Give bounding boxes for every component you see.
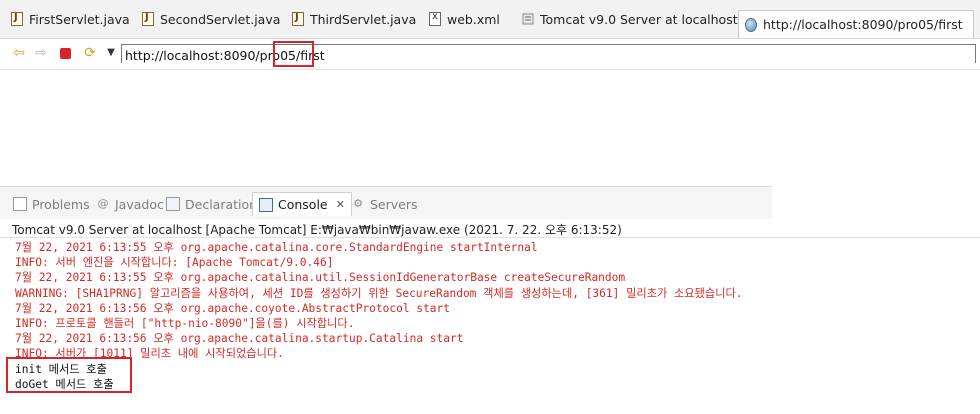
javadoc-icon: @ (97, 197, 109, 210)
url-highlight-box (273, 41, 314, 67)
java-file-icon (292, 12, 304, 26)
tab-console[interactable]: Console ✕ (252, 192, 352, 216)
tab-label: ThirdServlet.java (310, 11, 417, 27)
dropdown-icon[interactable]: ▼ (103, 45, 119, 61)
back-icon[interactable]: ⇦ (11, 45, 27, 61)
log-line: INFO: 서버 엔진을 시작합니다: [Apache Tomcat/9.0.4… (15, 256, 334, 270)
log-line: 7월 22, 2021 6:13:56 오후 org.apache.catali… (15, 332, 464, 346)
url-bar[interactable] (121, 44, 976, 64)
console-icon (259, 197, 273, 212)
refresh-icon[interactable]: ⟳ (82, 45, 98, 61)
tab-label: Tomcat v9.0 Server at localhost (540, 11, 738, 27)
servers-icon: ⚙ (353, 197, 363, 210)
url-input[interactable] (122, 47, 975, 64)
tab-label: Javadoc (115, 196, 164, 212)
stop-icon[interactable] (60, 48, 71, 59)
close-icon[interactable]: ✕ (336, 198, 345, 211)
tab-label: Declaration (185, 196, 258, 212)
view-tab-bar: Problems @ Javadoc Declaration Console ✕… (0, 186, 772, 219)
log-line: INFO: 프로토콜 핸들러 ["http-nio-8090"]을(를) 시작합… (15, 316, 355, 330)
server-editor-icon (522, 12, 534, 26)
console-process-header: Tomcat v9.0 Server at localhost [Apache … (12, 223, 622, 237)
tab-label: Servers (370, 196, 418, 212)
tab-first-servlet[interactable]: FirstServlet.java (11, 8, 130, 30)
log-line: 7월 22, 2021 6:13:56 오후 org.apache.coyote… (15, 301, 451, 315)
divider (0, 237, 980, 238)
log-line: 7월 22, 2021 6:13:55 오후 org.apache.catali… (15, 241, 538, 254)
tab-declaration[interactable]: Declaration (166, 195, 257, 213)
tab-servers[interactable]: ⚙ Servers (351, 195, 418, 213)
declaration-icon (166, 197, 180, 211)
log-line: WARNING: [SHA1PRNG] 알고리즘을 사용하여, 세션 ID를 생… (15, 286, 743, 300)
java-file-icon (11, 12, 23, 26)
tab-javadoc[interactable]: @ Javadoc (96, 195, 164, 213)
forward-icon[interactable]: ⇨ (33, 45, 49, 61)
tab-tomcat-server[interactable]: Tomcat v9.0 Server at localhost (522, 8, 738, 30)
tab-label: Console (278, 197, 328, 212)
tab-label: http://localhost:8090/pro05/first (763, 17, 963, 32)
java-file-icon (142, 12, 154, 26)
tab-label: web.xml (447, 11, 500, 27)
globe-icon (745, 17, 757, 32)
output-highlight-box (6, 357, 132, 393)
log-line: 7월 22, 2021 6:13:55 오후 org.apache.catali… (15, 271, 626, 285)
problems-icon (13, 197, 27, 211)
tab-label: Problems (32, 196, 90, 212)
editor-tab-bar: FirstServlet.java SecondServlet.java Thi… (0, 0, 980, 39)
browser-toolbar: ⇦ ⇨ ⟳ ▼ (0, 39, 980, 70)
tab-label: SecondServlet.java (160, 11, 281, 27)
tab-web-xml[interactable]: web.xml (429, 8, 500, 30)
tab-second-servlet[interactable]: SecondServlet.java (142, 8, 280, 30)
tab-third-servlet[interactable]: ThirdServlet.java (292, 8, 416, 30)
tab-problems[interactable]: Problems (13, 195, 90, 213)
tab-browser-first[interactable]: http://localhost:8090/pro05/first (738, 10, 974, 38)
tab-label: FirstServlet.java (29, 11, 130, 27)
xml-file-icon (429, 11, 441, 26)
